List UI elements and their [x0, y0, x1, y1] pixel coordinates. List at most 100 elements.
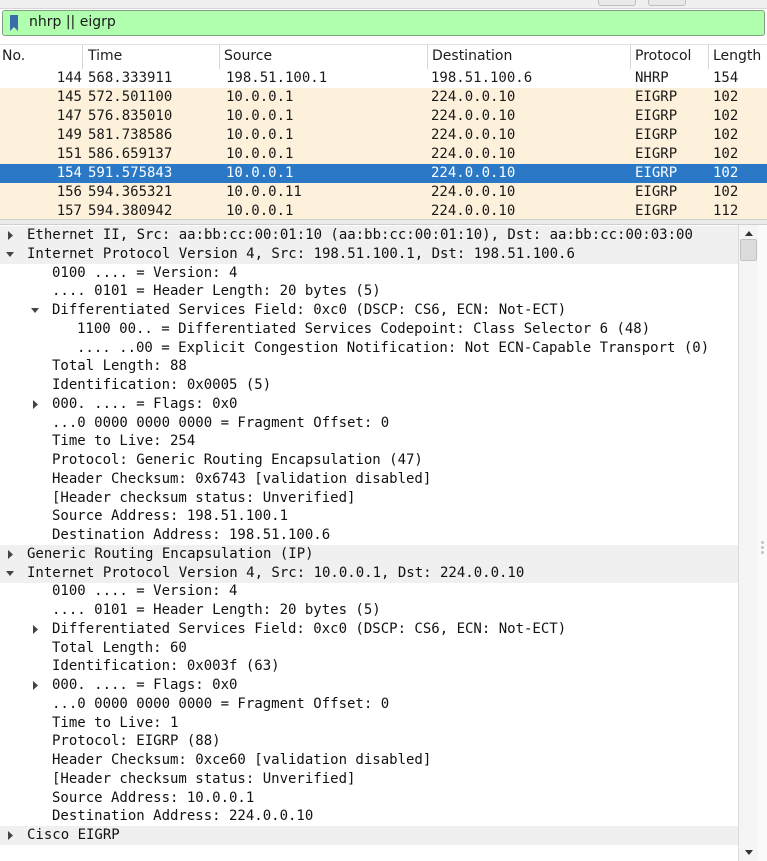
- tree-item-field[interactable]: Source Address: 10.0.0.1: [0, 789, 738, 808]
- tree-item-field[interactable]: [Header checksum status: Unverified]: [0, 770, 738, 789]
- tree-item-protocol[interactable]: Cisco EIGRP: [0, 826, 738, 845]
- tree-item-text: [Header checksum status: Unverified]: [52, 489, 356, 506]
- column-header-no[interactable]: No.: [2, 48, 25, 64]
- tree-item-field[interactable]: Identification: 0x003f (63): [0, 657, 738, 676]
- tree-item-field[interactable]: 000. .... = Flags: 0x0: [0, 395, 738, 414]
- splitter-handle[interactable]: [758, 225, 767, 861]
- tree-item-field[interactable]: Destination Address: 224.0.0.10: [0, 807, 738, 826]
- packet-protocol: NHRP: [635, 70, 669, 86]
- packet-list[interactable]: 144 568.333911 198.51.100.1 198.51.100.6 NHR…: [0, 69, 767, 219]
- tree-item-text: [Header checksum status: Unverified]: [52, 770, 356, 787]
- display-filter-bar[interactable]: nhrp || eigrp: [2, 10, 765, 36]
- expand-arrow-icon[interactable]: [4, 826, 16, 845]
- scroll-down-icon[interactable]: [743, 848, 755, 858]
- packet-row[interactable]: 145 572.501100 10.0.0.1 224.0.0.10 EIGRP 102: [0, 88, 767, 107]
- column-separator[interactable]: [708, 45, 709, 69]
- tree-item-text: Ethernet II, Src: aa:bb:cc:00:01:10 (aa:…: [27, 227, 693, 243]
- column-separator[interactable]: [82, 45, 83, 69]
- tree-item-text: Differentiated Services Field: 0xc0 (DSC…: [52, 302, 567, 318]
- tree-item-field[interactable]: Protocol: EIGRP (88): [0, 732, 738, 751]
- packet-row[interactable]: 149 581.738586 10.0.0.1 224.0.0.10 EIGRP 102: [0, 126, 767, 145]
- packet-destination: 224.0.0.10: [431, 127, 516, 143]
- packet-row[interactable]: 154 591.575843 10.0.0.1 224.0.0.10 EIGRP 102: [0, 164, 767, 183]
- tree-item-text: .... 0101 = Header Length: 20 bytes (5): [52, 283, 381, 300]
- packet-time: 591.575843: [88, 165, 173, 181]
- scroll-up-icon[interactable]: [743, 228, 755, 238]
- expand-arrow-icon[interactable]: [29, 676, 41, 695]
- packet-row[interactable]: 144 568.333911 198.51.100.1 198.51.100.6 NHR…: [0, 69, 767, 88]
- tree-item-field[interactable]: 000. .... = Flags: 0x0: [0, 676, 738, 695]
- expand-arrow-icon[interactable]: [29, 395, 41, 414]
- display-filter-input[interactable]: nhrp || eigrp: [29, 14, 116, 30]
- tree-item-field[interactable]: Identification: 0x0005 (5): [0, 376, 738, 395]
- tree-item-field[interactable]: Differentiated Services Field: 0xc0 (DSC…: [0, 620, 738, 639]
- packet-length: 112: [713, 203, 739, 219]
- column-separator[interactable]: [630, 45, 631, 69]
- tree-item-field[interactable]: .... ..00 = Explicit Congestion Notifica…: [0, 339, 738, 358]
- tree-item-field[interactable]: Protocol: Generic Routing Encapsulation …: [0, 451, 738, 470]
- tree-item-field[interactable]: 0100 .... = Version: 4: [0, 582, 738, 601]
- tree-item-field[interactable]: Header Checksum: 0xce60 [validation disa…: [0, 751, 738, 770]
- packet-source: 198.51.100.1: [226, 70, 328, 86]
- bookmark-icon[interactable]: [9, 14, 19, 32]
- packet-source: 10.0.0.1: [226, 127, 294, 143]
- column-separator[interactable]: [427, 45, 428, 69]
- tree-item-field[interactable]: .... 0101 = Header Length: 20 bytes (5): [0, 601, 738, 620]
- tree-item-protocol[interactable]: Ethernet II, Src: aa:bb:cc:00:01:10 (aa:…: [0, 226, 738, 245]
- collapse-arrow-icon[interactable]: [29, 301, 41, 320]
- tree-item-protocol[interactable]: Internet Protocol Version 4, Src: 198.51…: [0, 244, 738, 264]
- tree-item-text: Total Length: 60: [52, 639, 187, 656]
- column-header-time[interactable]: Time: [88, 48, 122, 64]
- tree-item-field[interactable]: Total Length: 88: [0, 357, 738, 376]
- collapse-arrow-icon[interactable]: [4, 564, 16, 583]
- tree-item-field[interactable]: Source Address: 198.51.100.1: [0, 507, 738, 526]
- tree-item-protocol[interactable]: Generic Routing Encapsulation (IP): [0, 544, 738, 564]
- tree-item-field[interactable]: Differentiated Services Field: 0xc0 (DSC…: [0, 301, 738, 320]
- packet-time: 568.333911: [88, 70, 173, 86]
- packet-protocol: EIGRP: [635, 203, 678, 219]
- tree-item-field[interactable]: 1100 00.. = Differentiated Services Code…: [0, 320, 738, 339]
- toolbar-button[interactable]: [598, 0, 636, 6]
- expand-arrow-icon[interactable]: [29, 620, 41, 639]
- packet-row[interactable]: 147 576.835010 10.0.0.1 224.0.0.10 EIGRP 102: [0, 107, 767, 126]
- grip-dot: [761, 551, 764, 554]
- packet-row[interactable]: 156 594.365321 10.0.0.11 224.0.0.10 EIGRP 102: [0, 183, 767, 202]
- tree-item-field[interactable]: Destination Address: 198.51.100.6: [0, 526, 738, 545]
- tree-item-field[interactable]: ...0 0000 0000 0000 = Fragment Offset: 0: [0, 414, 738, 433]
- tree-item-text: .... ..00 = Explicit Congestion Notifica…: [77, 339, 710, 356]
- tree-item-field[interactable]: Total Length: 60: [0, 639, 738, 658]
- packet-destination: 224.0.0.10: [431, 203, 516, 219]
- tree-item-field[interactable]: ...0 0000 0000 0000 = Fragment Offset: 0: [0, 695, 738, 714]
- toolbar-button[interactable]: [648, 0, 686, 6]
- tree-item-text: 0100 .... = Version: 4: [52, 583, 238, 600]
- tree-item-field[interactable]: Time to Live: 254: [0, 432, 738, 451]
- column-separator[interactable]: [219, 45, 220, 69]
- packet-row[interactable]: 151 586.659137 10.0.0.1 224.0.0.10 EIGRP 102: [0, 145, 767, 164]
- packet-no: 144: [56, 70, 82, 86]
- scrollbar-thumb[interactable]: [740, 239, 757, 261]
- column-header-protocol[interactable]: Protocol: [635, 48, 691, 64]
- packet-destination: 224.0.0.10: [431, 184, 516, 200]
- tree-item-text: .... 0101 = Header Length: 20 bytes (5): [52, 602, 381, 618]
- tree-item-field[interactable]: .... 0101 = Header Length: 20 bytes (5): [0, 282, 738, 301]
- expand-arrow-icon[interactable]: [4, 226, 16, 245]
- packet-length: 154: [713, 70, 739, 86]
- tree-item-text: Identification: 0x003f (63): [52, 658, 280, 675]
- expand-arrow-icon[interactable]: [4, 545, 16, 564]
- details-scrollbar[interactable]: [738, 225, 759, 861]
- tree-item-field[interactable]: Time to Live: 1: [0, 714, 738, 733]
- tree-item-field[interactable]: [Header checksum status: Unverified]: [0, 489, 738, 508]
- column-header-length[interactable]: Length: [713, 48, 761, 64]
- tree-item-text: Cisco EIGRP: [27, 827, 120, 843]
- tree-item-text: 0100 .... = Version: 4: [52, 264, 238, 281]
- tree-item-field[interactable]: Header Checksum: 0x6743 [validation disa…: [0, 470, 738, 489]
- packet-row[interactable]: 157 594.380942 10.0.0.1 224.0.0.10 EIGRP 112: [0, 202, 767, 219]
- tree-item-protocol[interactable]: Internet Protocol Version 4, Src: 10.0.0…: [0, 563, 738, 583]
- column-header-destination[interactable]: Destination: [432, 48, 512, 64]
- packet-length: 102: [713, 127, 739, 143]
- packet-length: 102: [713, 108, 739, 124]
- packet-details-tree[interactable]: Ethernet II, Src: aa:bb:cc:00:01:10 (aa:…: [0, 225, 738, 861]
- collapse-arrow-icon[interactable]: [4, 245, 16, 264]
- tree-item-field[interactable]: 0100 .... = Version: 4: [0, 264, 738, 283]
- column-header-source[interactable]: Source: [224, 48, 272, 64]
